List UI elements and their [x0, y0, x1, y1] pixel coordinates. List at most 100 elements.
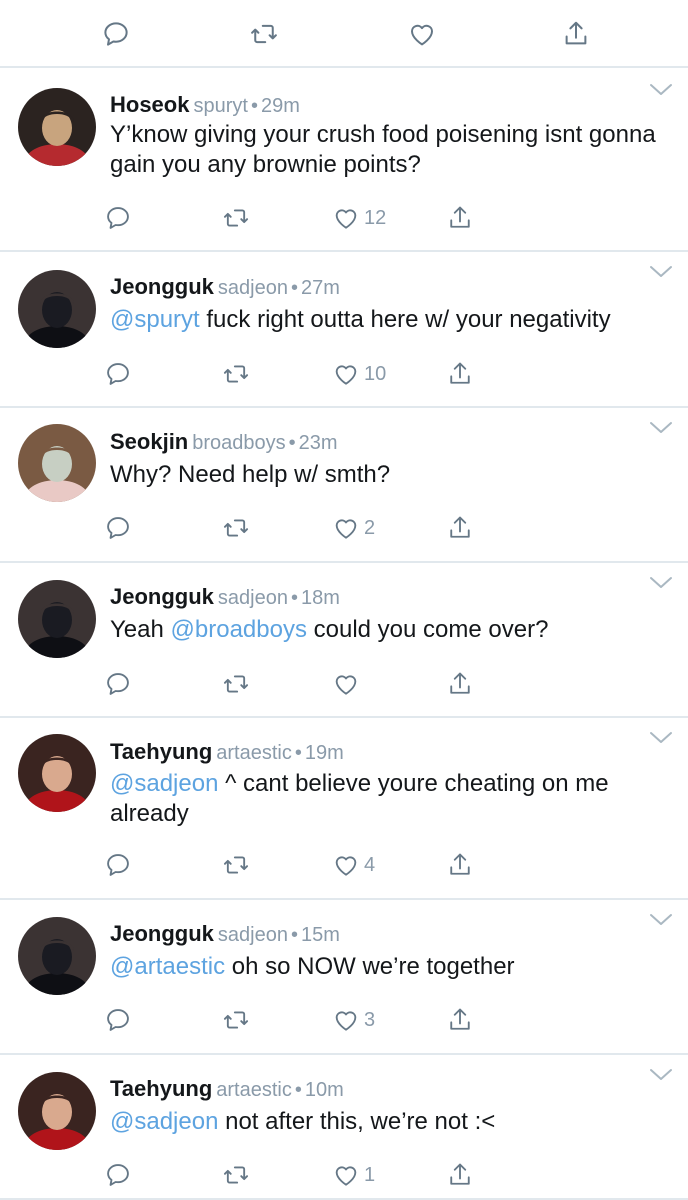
more-options-button[interactable] [648, 264, 674, 280]
display-name[interactable]: Taehyung [110, 1076, 212, 1101]
avatar-image [18, 1072, 96, 1150]
like-button[interactable]: 4 [332, 847, 375, 883]
retweet-icon [251, 24, 277, 44]
more-options-button[interactable] [648, 730, 674, 746]
heart-icon [335, 365, 357, 385]
avatar-image [18, 580, 96, 658]
separator-dot: • [290, 924, 298, 946]
like-count: 1 [364, 1163, 376, 1186]
share-button[interactable] [556, 14, 596, 54]
chevron-down-icon [650, 577, 672, 588]
display-name[interactable]: Jeongguk [110, 584, 214, 609]
timestamp[interactable]: 23m [299, 432, 338, 454]
timestamp[interactable]: 18m [301, 587, 340, 609]
avatar[interactable] [18, 88, 96, 166]
timestamp[interactable]: 29m [261, 95, 300, 117]
retweet-button[interactable] [222, 847, 250, 883]
tweet-text: Yeah @broadboys could you come over? [110, 615, 670, 645]
reply-button[interactable] [104, 200, 132, 236]
username[interactable]: sadjeon [218, 277, 288, 299]
like-button[interactable] [402, 14, 442, 54]
mention-link[interactable]: @sadjeon [110, 770, 218, 797]
reply-button[interactable] [96, 14, 136, 54]
reply-button[interactable] [104, 666, 132, 702]
tweet[interactable]: Jeongguk sadjeon • 15m @artaestic oh so NOW … [0, 900, 688, 1055]
display-name[interactable]: Seokjin [110, 429, 188, 454]
username[interactable]: sadjeon [218, 587, 288, 609]
username[interactable]: spuryt [193, 95, 247, 117]
more-options-button[interactable] [648, 82, 674, 98]
display-name[interactable]: Jeongguk [110, 921, 214, 946]
mention-link[interactable]: @broadboys [171, 616, 307, 643]
username[interactable]: artaestic [216, 742, 292, 764]
retweet-button[interactable] [222, 356, 250, 392]
share-button[interactable] [446, 1002, 474, 1038]
mention-link[interactable]: @artaestic [110, 953, 225, 980]
more-options-button[interactable] [648, 420, 674, 436]
retweet-button[interactable] [244, 14, 284, 54]
like-button[interactable]: 10 [332, 356, 386, 392]
reply-button[interactable] [104, 1157, 132, 1193]
more-options-button[interactable] [648, 575, 674, 591]
more-options-button[interactable] [648, 912, 674, 928]
like-count: 2 [364, 516, 376, 539]
avatar[interactable] [18, 270, 96, 348]
share-button[interactable] [446, 666, 474, 702]
avatar[interactable] [18, 1072, 96, 1150]
tweet-body: not after this, we’re not :< [218, 1108, 496, 1135]
like-button[interactable]: 1 [332, 1157, 375, 1193]
like-button[interactable] [332, 666, 360, 702]
avatar[interactable] [18, 917, 96, 995]
share-button[interactable] [446, 847, 474, 883]
timestamp[interactable]: 10m [305, 1079, 344, 1101]
tweet[interactable]: Taehyung artaestic • 19m @sadjeon ^ cant bel… [0, 718, 688, 900]
timestamp[interactable]: 27m [301, 277, 340, 299]
share-icon [450, 672, 470, 694]
tweet[interactable]: Hoseok spuryt • 29m Y’know giving your crush… [0, 70, 688, 252]
reply-button[interactable] [104, 847, 132, 883]
tweet[interactable]: Jeongguk sadjeon • 27m @spuryt fuck right ou… [0, 252, 688, 408]
reply-icon [107, 517, 129, 539]
avatar[interactable] [18, 734, 96, 812]
timestamp[interactable]: 15m [301, 924, 340, 946]
share-icon [450, 206, 470, 228]
tweet[interactable]: Taehyung artaestic • 10m @sadjeon not after … [0, 1055, 688, 1200]
avatar[interactable] [18, 424, 96, 502]
avatar[interactable] [18, 580, 96, 658]
display-name[interactable]: Jeongguk [110, 274, 214, 299]
timestamp[interactable]: 19m [305, 742, 344, 764]
tweet-text: @spuryt fuck right outta here w/ your ne… [110, 305, 670, 335]
retweet-icon [223, 675, 249, 693]
heart-icon [335, 209, 357, 229]
like-count: 4 [364, 853, 376, 876]
mention-link[interactable]: @spuryt [110, 306, 200, 333]
retweet-button[interactable] [222, 1157, 250, 1193]
like-button[interactable]: 2 [332, 510, 375, 546]
like-button[interactable]: 3 [332, 1002, 375, 1038]
like-button[interactable]: 12 [332, 200, 386, 236]
reply-button[interactable] [104, 356, 132, 392]
share-button[interactable] [446, 510, 474, 546]
tweet[interactable]: Jeongguk sadjeon • 18m Yeah @broadboys could… [0, 563, 688, 718]
username[interactable]: broadboys [192, 432, 285, 454]
reply-button[interactable] [104, 1002, 132, 1038]
reply-icon [107, 363, 129, 385]
retweet-button[interactable] [222, 200, 250, 236]
reply-button[interactable] [104, 510, 132, 546]
chevron-down-icon [650, 732, 672, 743]
tweet[interactable]: Seokjin broadboys • 23m Why? Need help w/ sm… [0, 408, 688, 563]
share-button[interactable] [446, 356, 474, 392]
retweet-button[interactable] [222, 510, 250, 546]
retweet-button[interactable] [222, 1002, 250, 1038]
username[interactable]: sadjeon [218, 924, 288, 946]
mention-link[interactable]: @sadjeon [110, 1108, 218, 1135]
retweet-icon [223, 856, 249, 874]
display-name[interactable]: Hoseok [110, 92, 189, 117]
username[interactable]: artaestic [216, 1079, 292, 1101]
reply-icon [104, 22, 128, 46]
share-button[interactable] [446, 1157, 474, 1193]
retweet-button[interactable] [222, 666, 250, 702]
more-options-button[interactable] [648, 1067, 674, 1083]
display-name[interactable]: Taehyung [110, 739, 212, 764]
share-button[interactable] [446, 200, 474, 236]
